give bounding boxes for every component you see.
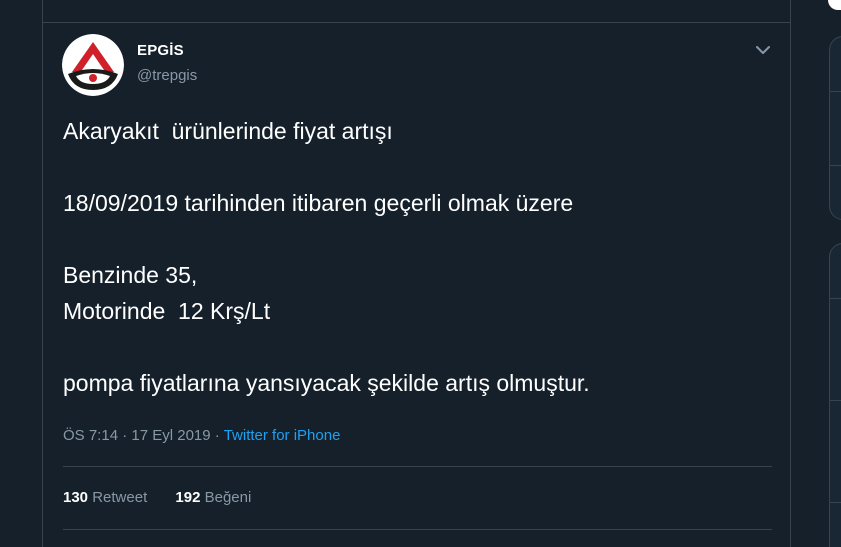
user-handle[interactable]: @trepgis	[137, 67, 197, 84]
page: EPGİS @trepgis Akaryakıt ürünlerinde fiy…	[0, 0, 841, 547]
divider	[63, 529, 772, 530]
retweets-stat[interactable]: 130 Retweet	[63, 489, 147, 506]
display-name[interactable]: EPGİS	[137, 42, 184, 59]
tweet-stats: 130 Retweet 192 Beğeni	[63, 489, 251, 506]
retweets-label: Retweet	[92, 489, 148, 506]
sidebar-search-edge	[828, 0, 841, 10]
tweet-meta: ÖS 7:14 · 17 Eyl 2019 · Twitter for iPho…	[63, 427, 340, 444]
retweets-count: 130	[63, 489, 89, 506]
chevron-down-icon[interactable]	[753, 40, 773, 60]
tweet-date[interactable]: 17 Eyl 2019	[131, 427, 210, 444]
meta-separator: ·	[122, 427, 128, 444]
divider	[63, 466, 772, 467]
divider	[43, 22, 790, 23]
epgis-logo-icon	[62, 34, 124, 96]
divider	[830, 298, 841, 299]
likes-count: 192	[175, 489, 201, 506]
meta-separator: ·	[214, 427, 220, 444]
tweet-text: Akaryakıt ürünlerinde fiyat artışı 18/09…	[63, 118, 590, 396]
sidebar-follow-card	[829, 243, 841, 547]
avatar[interactable]	[62, 34, 124, 96]
tweet-column: EPGİS @trepgis Akaryakıt ürünlerinde fiy…	[42, 0, 791, 547]
likes-stat[interactable]: 192 Beğeni	[175, 489, 251, 506]
divider	[830, 400, 841, 401]
divider	[830, 165, 841, 166]
divider	[830, 502, 841, 503]
tweet-time[interactable]: ÖS 7:14	[63, 427, 118, 444]
sidebar-trends-card	[829, 36, 841, 220]
divider	[830, 91, 841, 92]
likes-label: Beğeni	[204, 489, 252, 506]
tweet-source-link[interactable]: Twitter for iPhone	[224, 427, 341, 444]
